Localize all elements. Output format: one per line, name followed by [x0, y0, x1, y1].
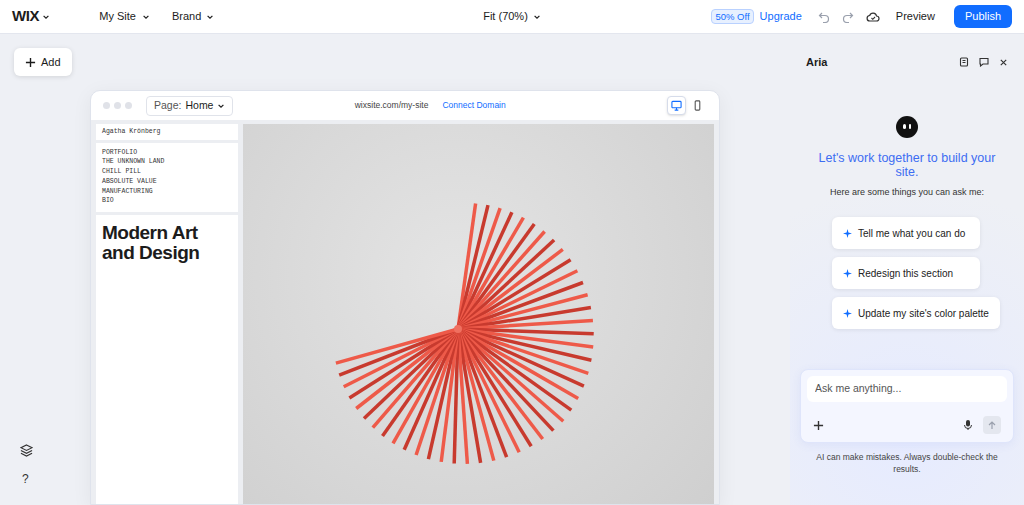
add-button[interactable]: Add [14, 48, 72, 76]
plus-icon [813, 420, 824, 431]
redo-icon[interactable] [842, 11, 854, 23]
upgrade-link[interactable]: Upgrade [760, 8, 802, 25]
zoom-menu[interactable]: Fit (70%) [483, 8, 541, 25]
site-owner[interactable]: Agatha Krönberg [96, 124, 238, 140]
aria-avatar-icon [896, 116, 918, 138]
top-bar: WIX My Site Brand Fit (70%) 50% Off Upgrade Pr… [0, 0, 1024, 34]
chevron-icon [533, 13, 541, 21]
mobile-icon [692, 100, 703, 111]
sparkle-icon [843, 309, 852, 318]
site-canvas: Agatha Krönberg PORTFOLIOTHE UNKNOWN LAND… [91, 120, 719, 504]
hero-image[interactable] [243, 124, 714, 504]
suggestion-card[interactable]: Tell me what you can do [832, 217, 980, 249]
headline: Let's work together to build your site. [806, 151, 1008, 179]
desktop-icon [671, 100, 682, 111]
site-menu[interactable]: My Site [99, 8, 150, 25]
discount-badge: 50% Off [711, 9, 753, 24]
send-button[interactable] [983, 416, 1001, 434]
device-toggle[interactable] [688, 96, 707, 115]
device-toggle[interactable] [667, 96, 686, 115]
site-menu-item[interactable]: THE UNKNOWN LAND [102, 157, 232, 167]
page-selector[interactable]: Page:Home [146, 96, 233, 116]
site-menu-item[interactable]: BIO [102, 196, 232, 206]
chevron-icon [142, 13, 150, 21]
attach-button[interactable] [813, 420, 824, 431]
preview-button[interactable]: Preview [896, 8, 935, 25]
layers-icon[interactable] [20, 444, 33, 457]
left-rail: Add? [0, 34, 90, 505]
help-button[interactable]: ? [20, 473, 90, 485]
sparkle-icon [843, 269, 852, 278]
chevron-icon [42, 13, 50, 21]
wix-logo[interactable]: WIX [12, 5, 50, 28]
intro-text: Here are some things you can ask me: [830, 186, 984, 200]
arrow-up-icon [988, 421, 996, 430]
device-kind [671, 100, 682, 111]
chat-input[interactable] [807, 376, 1007, 402]
site-menu-item[interactable]: PORTFOLIO [102, 148, 232, 158]
cloud-save-icon[interactable] [866, 11, 880, 23]
site-menu-item[interactable]: ABSOLUTE VALUE [102, 177, 232, 187]
browser-header: Page:Home wixsite.com/my-site Connect Doma… [91, 91, 719, 120]
plus-icon [25, 57, 36, 68]
chevron-icon [217, 102, 225, 110]
site-url: wixsite.com/my-site [355, 99, 429, 112]
microphone-icon[interactable] [963, 419, 973, 431]
site-menu-item[interactable]: CHILL PILL [102, 167, 232, 177]
sparkle-icon [843, 229, 852, 238]
suggestion-card[interactable]: Update my site's color palette [832, 297, 1000, 329]
browser-frame: Page:Home wixsite.com/my-site Connect Doma… [90, 90, 720, 505]
disclaimer: AI can make mistakes. Always double-chec… [810, 451, 1005, 475]
history-icon[interactable] [959, 57, 969, 67]
close-icon[interactable] [999, 58, 1008, 67]
brand-menu[interactable]: Brand [172, 8, 214, 25]
device-kind [692, 100, 703, 111]
chevron-icon [206, 13, 214, 21]
undo-icon[interactable] [818, 11, 830, 23]
site-menu-item[interactable]: MANUFACTURING [102, 187, 232, 197]
connect-domain-link[interactable]: Connect Domain [442, 99, 505, 112]
site-heading[interactable]: Modern Art and Design [102, 223, 217, 263]
aria-panel: Aria Let's work together to build your si… [790, 34, 1024, 505]
chat-icon[interactable] [979, 57, 989, 67]
chat-input-box [800, 369, 1014, 443]
publish-button[interactable]: Publish [954, 5, 1012, 28]
panel-title: Aria [806, 54, 827, 71]
site-menu: PORTFOLIOTHE UNKNOWN LANDCHILL PILLABSOL… [96, 143, 238, 212]
suggestion-card[interactable]: Redesign this section [832, 257, 980, 289]
